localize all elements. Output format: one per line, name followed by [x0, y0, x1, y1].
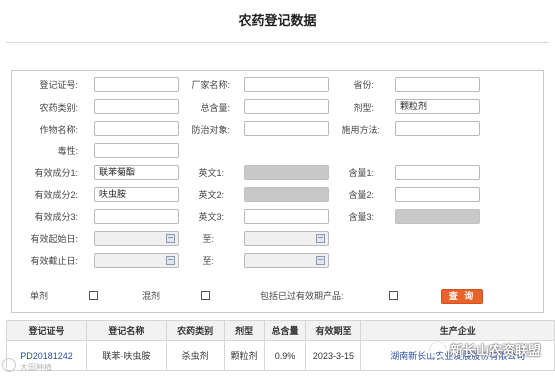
- english3-input[interactable]: [244, 209, 329, 224]
- pesticide-type-input[interactable]: [94, 99, 179, 114]
- manufacturer-input[interactable]: [244, 77, 329, 92]
- usage-label: 施用方法:: [341, 125, 380, 135]
- column-header: 有效期至: [305, 320, 362, 341]
- column-header: 农药类别: [165, 320, 225, 341]
- mixed-label: 混剂: [142, 291, 161, 301]
- reg-name-cell: 联苯·呋虫胺: [85, 340, 167, 371]
- toxicity-label: 毒性:: [57, 146, 78, 156]
- include-expired-checkbox[interactable]: [389, 291, 398, 300]
- province-input[interactable]: [395, 77, 480, 92]
- type-cell: 杀虫剂: [165, 340, 225, 371]
- manufacturer-label: 厂家名称:: [191, 80, 230, 90]
- valid-end-label: 有效截止日:: [30, 256, 78, 266]
- crop-label: 作物名称:: [39, 125, 78, 135]
- title-divider: [6, 42, 549, 43]
- english2-label: 英文2:: [198, 190, 224, 200]
- total-content-input[interactable]: [244, 99, 329, 114]
- toxicity-input[interactable]: [94, 143, 179, 158]
- target-input[interactable]: [244, 121, 329, 136]
- reg-no-label: 登记证号:: [39, 80, 78, 90]
- content2-label: 含量2:: [348, 190, 374, 200]
- ingredient2-input[interactable]: 呋虫胺: [94, 187, 179, 202]
- valid-start-to-label: 至:: [202, 234, 214, 244]
- column-header: 总含量: [263, 320, 307, 341]
- ingredient1-label: 有效成分1:: [34, 168, 78, 178]
- content2-input[interactable]: [395, 187, 480, 202]
- formulation-input[interactable]: 颗粒剂: [395, 99, 480, 114]
- watermark-right: 新长山农资联盟: [450, 343, 542, 358]
- reg-no-input[interactable]: [94, 77, 179, 92]
- english1-label: 英文1:: [198, 168, 224, 178]
- valid-start-from-input[interactable]: [94, 231, 179, 246]
- page-title: 农药登记数据: [238, 13, 317, 28]
- content3-label: 含量3:: [348, 212, 374, 222]
- watermark-logo-icon: [2, 358, 16, 372]
- calendar-icon[interactable]: [166, 256, 175, 265]
- column-header: 剂型: [223, 320, 265, 341]
- query-button[interactable]: 查 询: [441, 289, 483, 304]
- column-header: 登记名称: [85, 320, 167, 341]
- calendar-icon[interactable]: [316, 256, 325, 265]
- valid-end-to-input[interactable]: [244, 253, 329, 268]
- valid-end-from-input[interactable]: [94, 253, 179, 268]
- calendar-icon[interactable]: [166, 234, 175, 243]
- watermark-left: 大田种植: [20, 363, 52, 372]
- valid-start-to-input[interactable]: [244, 231, 329, 246]
- content3-input: [395, 209, 480, 224]
- usage-input[interactable]: [395, 121, 480, 136]
- valid-start-label: 有效起始日:: [30, 234, 78, 244]
- single-checkbox[interactable]: [89, 291, 98, 300]
- table-header-row: 登记证号 登记名称 农药类别 剂型 总含量 有效期至 生产企业: [6, 320, 555, 341]
- expiry-cell: 2023-3-15: [305, 340, 362, 371]
- ingredient3-input[interactable]: [94, 209, 179, 224]
- pesticide-type-label: 农药类别:: [39, 103, 78, 113]
- include-expired-label: 包括已过有效期产品:: [260, 291, 344, 301]
- english1-input: [244, 165, 329, 180]
- ingredient3-label: 有效成分3:: [34, 212, 78, 222]
- english2-input: [244, 187, 329, 202]
- content-cell: 0.9%: [263, 340, 307, 371]
- calendar-icon[interactable]: [316, 234, 325, 243]
- single-label: 单剂: [30, 291, 49, 301]
- province-label: 省份:: [353, 80, 374, 90]
- content1-label: 含量1:: [348, 168, 374, 178]
- valid-end-to-label: 至:: [202, 256, 214, 266]
- formulation-cell: 颗粒剂: [223, 340, 265, 371]
- formulation-label: 剂型:: [353, 103, 374, 113]
- column-header: 生产企业: [360, 320, 555, 341]
- ingredient1-input[interactable]: 联苯菊酯: [94, 165, 179, 180]
- total-content-label: 总含量:: [200, 103, 230, 113]
- crop-input[interactable]: [94, 121, 179, 136]
- ingredient2-label: 有效成分2:: [34, 190, 78, 200]
- english3-label: 英文3:: [198, 212, 224, 222]
- content1-input[interactable]: [395, 165, 480, 180]
- column-header: 登记证号: [6, 320, 87, 341]
- mixed-checkbox[interactable]: [201, 291, 210, 300]
- watermark-logo-icon: [430, 342, 446, 358]
- target-label: 防治对象:: [191, 125, 230, 135]
